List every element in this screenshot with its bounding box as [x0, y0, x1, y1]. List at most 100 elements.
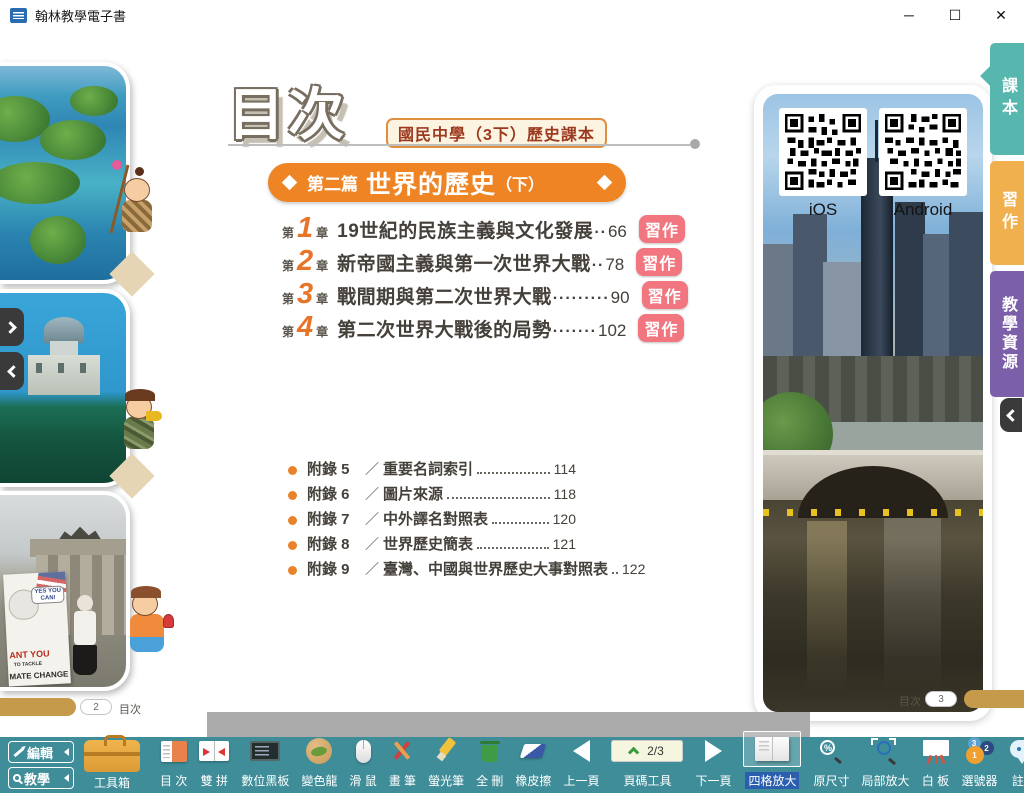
appendix-page: 114 [554, 461, 576, 477]
tool-delete-all[interactable]: 全 刪 [470, 735, 509, 789]
climate-poster: YES YOUCAN! ANT YOU TO TACKLE MATE CHANG… [3, 571, 71, 686]
tool-mouse[interactable]: 滑 鼠 [343, 735, 382, 789]
edit-mode-button[interactable]: 編輯 [8, 741, 74, 763]
appendix-row[interactable]: 附錄 8 ／ 世界歷史簡表 121 [288, 533, 576, 558]
tool-highlighter[interactable]: 螢光筆 [422, 735, 470, 789]
tool-digital-blackboard[interactable]: 數位黑板 [235, 735, 295, 789]
appendix-page: 118 [554, 486, 576, 502]
poster-text: TO TACKLE [14, 661, 42, 668]
teach-mode-label: 教學 [24, 769, 50, 788]
appendix-separator: ／ [365, 484, 379, 504]
chapter-page: 102 [598, 321, 626, 341]
left-edge-next-button[interactable] [0, 308, 24, 346]
photo-islands [0, 62, 130, 284]
tool-toc[interactable]: 目 次 [154, 735, 193, 789]
triangle-left-icon [64, 748, 69, 756]
tool-number-picker[interactable]: 3 2 1 選號器 [956, 735, 1004, 789]
chapter-row[interactable]: 第 3 章 戰間期與第二次世界大戰 ········· 90 習作 [282, 278, 688, 311]
tool-whiteboard[interactable]: 白 板 [916, 735, 956, 789]
toolbox-label: 工具箱 [94, 774, 130, 791]
chevron-left-icon [1006, 409, 1019, 422]
app-logo-icon [10, 8, 27, 23]
left-edge-prev-button[interactable] [0, 352, 24, 390]
appendix-row[interactable]: 附錄 6 ／ 圖片來源 118 [288, 483, 576, 508]
leader-dots [447, 497, 550, 499]
appendix-row[interactable]: 附錄 9 ／ 臺灣、中國與世界歷史大事對照表 122 [288, 558, 576, 583]
workbook-badge[interactable]: 習作 [639, 215, 685, 243]
tool-prev-page[interactable]: 上一頁 [557, 735, 605, 789]
whiteboard-icon [922, 738, 950, 764]
teach-mode-button[interactable]: 教學 [8, 767, 74, 789]
chapter-list: 第 1 章 19世紀的民族主義與文化發展 ·· 66 習作 第 2 章 新帝國主… [282, 212, 688, 344]
chapter-prefix: 第 [282, 224, 294, 241]
chapter-row[interactable]: 第 4 章 第二次世界大戰後的局勢 ······· 102 習作 [282, 311, 688, 344]
mouse-icon [356, 740, 371, 763]
leader-dots [612, 572, 618, 574]
close-button[interactable]: ✕ [978, 1, 1024, 29]
bullet-dot-icon [288, 541, 297, 550]
appendix-label: 附錄 5 [307, 458, 361, 479]
tab-teaching-resources[interactable]: 教學資源 [990, 271, 1024, 397]
bridge [763, 454, 983, 500]
tab-textbook[interactable]: 課本 [990, 43, 1024, 155]
yellow-buoy-line [763, 509, 983, 516]
chapter-row[interactable]: 第 1 章 19世紀的民族主義與文化發展 ·· 66 習作 [282, 212, 688, 245]
magnifier-icon [13, 774, 21, 782]
tool-quad-zoom[interactable]: 四格放大 [737, 731, 807, 789]
chapter-prefix: 第 [282, 290, 294, 307]
appendix-title: 臺灣、中國與世界歷史大事對照表 [383, 558, 608, 579]
chapter-title: 戰間期與第二次世界大戰 [337, 282, 552, 309]
appendix-page: 121 [553, 536, 576, 552]
horizontal-scrollbar[interactable] [207, 712, 810, 737]
tool-chameleon[interactable]: 變色龍 [295, 735, 343, 789]
microphone [163, 614, 174, 628]
tool-region-zoom[interactable]: 局部放大 [855, 735, 915, 789]
tool-eraser[interactable]: 橡皮擦 [509, 735, 557, 789]
tool-dual-page[interactable]: 雙 拼 [193, 735, 235, 789]
tool-page-number[interactable]: 2/3 頁碼工具 [605, 735, 689, 789]
appendix-title: 中外譯名對照表 [383, 508, 488, 529]
tool-original-size[interactable]: % 原尺寸 [807, 735, 855, 789]
edit-mode-label: 編輯 [27, 743, 53, 762]
footer-label-left: 目次 [119, 701, 141, 717]
section-prefix: 第二篇 [307, 170, 358, 195]
appendix-separator: ／ [365, 459, 379, 479]
page-number-right: 3 [925, 691, 957, 707]
appendix-row[interactable]: 附錄 7 ／ 中外譯名對照表 120 [288, 508, 576, 533]
right-edge-prev-button[interactable] [1000, 398, 1022, 432]
book-spread: YES YOUCAN! ANT YOU TO TACKLE MATE CHANG… [0, 30, 1024, 737]
appendix-separator: ／ [365, 534, 379, 554]
tab-workbook[interactable]: 習作 [990, 161, 1024, 265]
tool-annotation[interactable]: 註 釋 [1004, 735, 1024, 789]
workbook-badge[interactable]: 習作 [636, 248, 682, 276]
workbook-badge[interactable]: 習作 [638, 314, 684, 342]
appendix-list: 附錄 5 ／ 重要名詞索引 114 附錄 6 ／ 圖片來源 118 附錄 7 ／… [288, 458, 576, 583]
eraser-icon [520, 744, 547, 758]
footer-gold-bar [0, 698, 76, 716]
river-water [763, 500, 983, 712]
minimize-button[interactable]: ─ [886, 1, 932, 29]
toolbox-button[interactable]: 工具箱 [84, 740, 140, 791]
chapter-page: 78 [605, 255, 624, 275]
leader-dots [492, 522, 549, 524]
footer-gold-bar [964, 690, 1024, 708]
rule-end-dot [690, 139, 700, 149]
workbook-badge[interactable]: 習作 [642, 281, 688, 309]
character-head [124, 178, 150, 202]
spear-ornament [112, 160, 122, 170]
page-title: 目次 [228, 70, 348, 151]
tool-next-page[interactable]: 下一頁 [689, 735, 737, 789]
page-number-left: 2 [80, 699, 112, 715]
page-number-input[interactable]: 2/3 [611, 740, 683, 762]
appendix-page: 122 [622, 561, 645, 577]
appendix-row[interactable]: 附錄 5 ／ 重要名詞索引 114 [288, 458, 576, 483]
triangle-left-icon [64, 774, 69, 782]
chapter-unit: 章 [316, 323, 328, 340]
chapter-number: 4 [297, 311, 313, 344]
chapter-row[interactable]: 第 2 章 新帝國主義與第一次世界大戰 ·· 78 習作 [282, 245, 688, 278]
chapter-title: 第二次世界大戰後的局勢 [337, 315, 552, 342]
leader-dots: ······· [553, 323, 597, 341]
title-bar: 翰林教學電子書 ─ ☐ ✕ [0, 0, 1024, 30]
maximize-button[interactable]: ☐ [932, 1, 978, 29]
tool-pen[interactable]: 畫 筆 [383, 735, 422, 789]
